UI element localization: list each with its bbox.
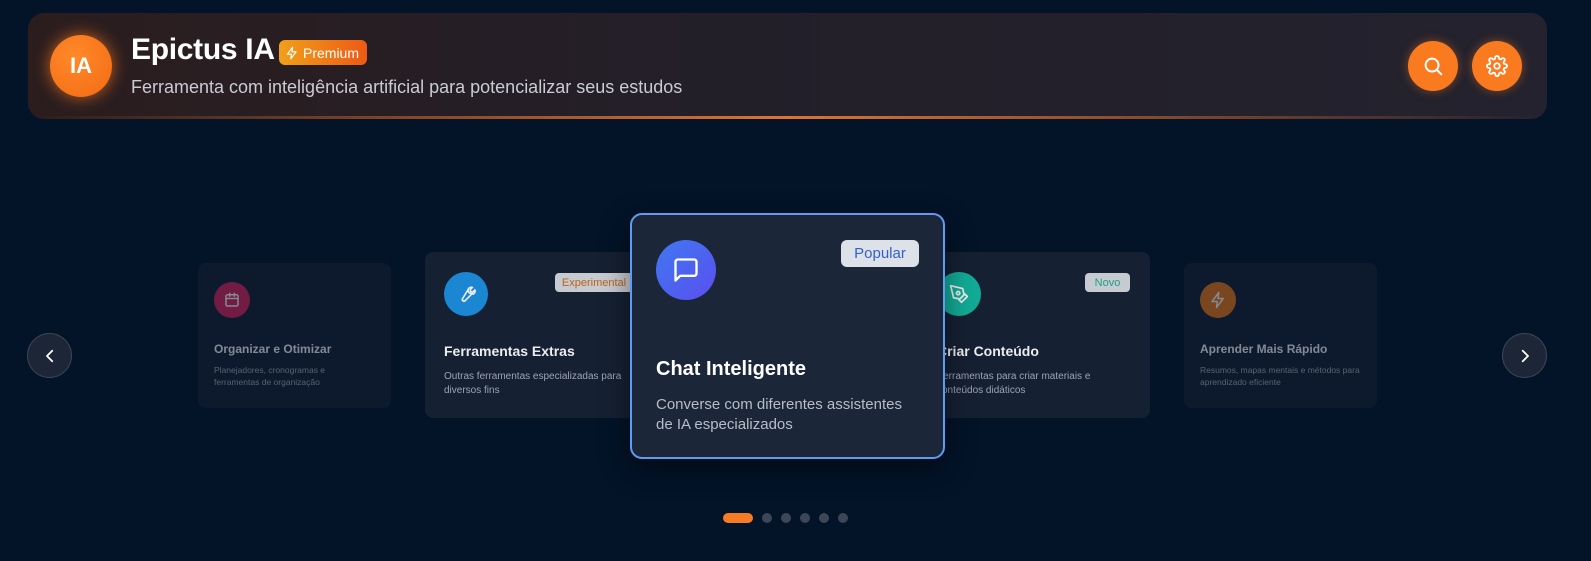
card-description: Converse com diferentes assistentes de I… [656,396,902,433]
settings-button[interactable] [1472,41,1522,91]
card-title: Chat Inteligente [656,358,807,380]
app-logo: IA [50,35,112,97]
card-description: Resumos, mapas mentais e métodos para ap… [1200,365,1360,387]
chat-icon [656,240,716,300]
pagination-dot-active[interactable] [723,513,753,523]
bolt-icon [1200,282,1236,318]
chevron-left-icon [45,349,53,362]
card-tag: Experimental [555,273,633,292]
card-description: Planejadores, cronogramas e ferramentas … [214,365,326,387]
card-description: Ferramentas para criar materiais e conte… [937,371,1091,396]
card-tag: Popular [841,240,919,267]
card-tag: Novo [1085,273,1130,292]
tool-card-organizar[interactable]: Organizar e Otimizar Planejadores, crono… [198,263,391,408]
search-icon [1424,57,1443,76]
gear-icon [1486,55,1508,77]
tool-card-chat-inteligente[interactable]: Popular Chat Inteligente Converse com di… [630,213,945,459]
card-title: Ferramentas Extras [444,343,575,359]
card-description: Outras ferramentas especializadas para d… [444,371,622,396]
premium-badge-label: Premium [303,44,360,61]
app-title: Epictus IA [131,33,275,66]
pagination-dot[interactable] [762,513,772,523]
pagination-dot[interactable] [800,513,810,523]
app-subtitle: Ferramenta com inteligência artificial p… [131,77,683,97]
app-root: IA Epictus IA Premium Ferramenta com int… [0,0,1591,561]
wrench-icon [444,272,488,316]
tool-card-criar-conteudo[interactable]: Novo Criar Conteúdo Ferramentas para cri… [925,252,1150,418]
bolt-icon [286,46,297,59]
pagination-dot[interactable] [838,513,848,523]
premium-badge: Premium [279,40,368,65]
app-header: IA Epictus IA Premium Ferramenta com int… [28,13,1547,119]
carousel-next-button[interactable] [1502,333,1547,378]
tool-card-ferramentas-extras[interactable]: Experimental Ferramentas Extras Outras f… [425,252,650,418]
carousel-pagination [723,513,848,523]
carousel-prev-button[interactable] [27,333,72,378]
pagination-dot[interactable] [819,513,829,523]
tool-card-aprender[interactable]: Aprender Mais Rápido Resumos, mapas ment… [1184,263,1377,408]
card-title: Organizar e Otimizar [214,342,332,356]
search-button[interactable] [1408,41,1458,91]
chevron-right-icon [1521,349,1529,362]
pagination-dot[interactable] [781,513,791,523]
card-title: Aprender Mais Rápido [1200,342,1328,356]
calendar-icon [214,282,250,318]
card-title: Criar Conteúdo [937,343,1039,359]
